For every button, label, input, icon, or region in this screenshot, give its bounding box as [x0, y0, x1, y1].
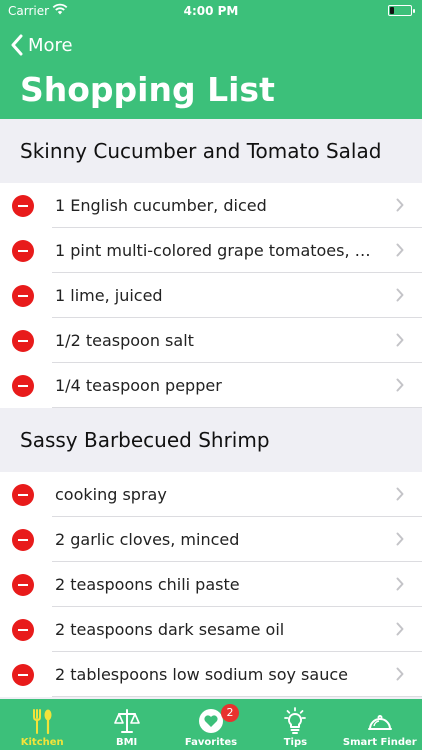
delete-icon[interactable]: [12, 329, 34, 352]
scale-icon: [113, 709, 140, 733]
chevron-right-icon: [396, 622, 404, 636]
item-label: 1/2 teaspoon salt: [55, 331, 194, 350]
list-item[interactable]: 1 English cucumber, diced: [0, 183, 422, 228]
section-header: Sassy Barbecued Shrimp: [0, 408, 422, 472]
item-label: 2 tablespoons low sodium soy sauce: [55, 665, 348, 684]
tab-label: Tips: [283, 737, 308, 748]
delete-icon[interactable]: [12, 663, 34, 686]
chevron-right-icon: [396, 288, 404, 302]
status-time: 4:00 PM: [183, 4, 239, 18]
tab-label: BMI: [115, 737, 138, 748]
battery-fill: [390, 7, 394, 14]
tab-smart-finder[interactable]: Smart Finder: [338, 699, 422, 750]
item-label: 1 English cucumber, diced: [55, 196, 267, 215]
back-label: More: [28, 34, 73, 56]
cloche-icon: [367, 715, 392, 730]
tab-tips[interactable]: Tips: [253, 699, 337, 750]
list-item[interactable]: 1/4 teaspoon pepper: [0, 363, 422, 408]
tab-label: Smart Finder: [342, 737, 417, 748]
tab-favorites[interactable]: Favorites 2: [169, 699, 253, 750]
status-bar: Carrier 4:00 PM: [0, 0, 422, 22]
chevron-right-icon: [396, 198, 404, 212]
list-item[interactable]: 2 garlic cloves, minced: [0, 517, 422, 562]
tab-label: Kitchen: [20, 737, 64, 748]
chevron-right-icon: [396, 243, 404, 257]
item-label: 1 lime, juiced: [55, 286, 163, 305]
delete-icon[interactable]: [12, 528, 34, 551]
delete-icon[interactable]: [12, 618, 34, 641]
tab-kitchen[interactable]: Kitchen: [0, 699, 84, 750]
delete-icon[interactable]: [12, 239, 34, 262]
page-title: Shopping List: [20, 70, 275, 109]
lightbulb-icon: [284, 707, 307, 734]
item-label: 1/4 teaspoon pepper: [55, 376, 222, 395]
section-header: Skinny Cucumber and Tomato Salad: [0, 119, 422, 183]
tab-label: Favorites: [184, 737, 238, 748]
tab-bmi[interactable]: BMI: [84, 699, 168, 750]
delete-icon[interactable]: [12, 483, 34, 506]
chevron-right-icon: [396, 333, 404, 347]
list-item[interactable]: 2 teaspoons dark sesame oil: [0, 607, 422, 652]
list-item[interactable]: 1/2 teaspoon salt: [0, 318, 422, 363]
badge-count: 2: [221, 704, 240, 722]
item-label: 2 teaspoons chili paste: [55, 575, 240, 594]
delete-icon[interactable]: [12, 194, 34, 217]
fork-spoon-icon: [33, 709, 52, 735]
nav-header: Carrier 4:00 PM More Shopping List: [0, 0, 422, 119]
chevron-right-icon: [396, 577, 404, 591]
item-label: 2 garlic cloves, minced: [55, 530, 240, 549]
chevron-right-icon: [396, 378, 404, 392]
chevron-left-icon: [11, 34, 23, 56]
item-label: 1 pint multi-colored grape tomatoes, hal…: [55, 241, 375, 260]
list-item[interactable]: 2 teaspoons chili paste: [0, 562, 422, 607]
list-item[interactable]: cooking spray: [0, 472, 422, 517]
chevron-right-icon: [396, 487, 404, 501]
chevron-right-icon: [396, 532, 404, 546]
tab-bar: Kitchen BMI Favorites 2 Tips Smart Finder: [0, 699, 422, 750]
delete-icon[interactable]: [12, 284, 34, 307]
item-label: 2 teaspoons dark sesame oil: [55, 620, 285, 639]
back-button[interactable]: More: [10, 32, 73, 58]
list-item[interactable]: 2 tablespoons low sodium soy sauce: [0, 652, 422, 697]
item-label: cooking spray: [55, 485, 167, 504]
chevron-right-icon: [396, 667, 404, 681]
delete-icon[interactable]: [12, 573, 34, 596]
delete-icon[interactable]: [12, 374, 34, 397]
list-item[interactable]: 1 lime, juiced: [0, 273, 422, 318]
list-item[interactable]: 1 pint multi-colored grape tomatoes, hal…: [0, 228, 422, 273]
battery-icon: [388, 5, 415, 16]
shopping-list[interactable]: Skinny Cucumber and Tomato Salad 1 Englis…: [0, 119, 422, 699]
